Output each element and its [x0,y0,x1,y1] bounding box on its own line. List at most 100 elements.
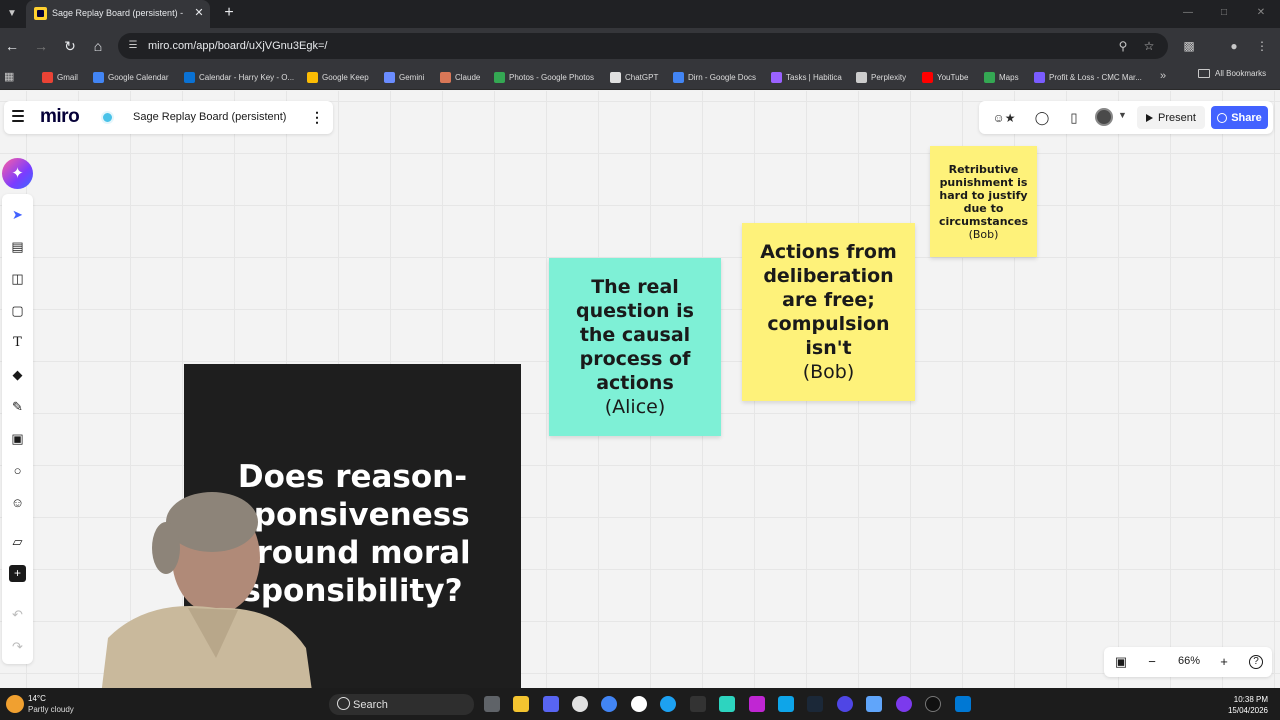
mail-icon[interactable] [955,696,971,712]
board-options-icon[interactable]: ⋮ [310,109,324,125]
bookmark-claude[interactable]: Claude [440,69,480,85]
task-view-icon[interactable] [484,696,500,712]
text-tool-icon[interactable]: T [9,334,26,351]
frame-layout-icon[interactable]: ◫ [9,270,26,287]
sticky-note-icon[interactable]: ▢ [9,302,26,319]
help-icon[interactable]: ? [1249,655,1263,669]
reload-button[interactable]: ↻ [61,37,79,55]
back-button[interactable]: ← [3,37,21,55]
chrome-icon[interactable] [601,696,617,712]
all-bookmarks-button[interactable]: All Bookmarks [1198,69,1266,78]
app-dot-icon[interactable] [631,696,647,712]
bookmark-perplexity[interactable]: Perplexity [856,69,906,85]
add-more-icon[interactable]: + [9,565,26,582]
weather-icon[interactable] [6,695,24,713]
frame-icon[interactable]: ▣ [9,430,26,447]
close-window-button[interactable]: ✕ [1254,6,1268,20]
tab-miro-board[interactable]: Sage Replay Board (persistent) - Miro ✕ [26,0,210,28]
select-tool-icon[interactable]: ➤ [9,206,26,223]
chevron-down-icon[interactable]: ▼ [1118,110,1128,120]
url-text[interactable]: miro.com/app/board/uXjVGnu3Egk=/ [148,40,327,52]
media-icon[interactable] [572,696,588,712]
app-violet-icon[interactable] [896,696,912,712]
browser-menu-icon[interactable]: ⋮ [1254,38,1270,54]
weather-widget[interactable]: 14°C Partly cloudy [28,694,74,714]
profile-icon[interactable]: ● [1226,38,1242,54]
shapes-icon[interactable]: ◆ [9,366,26,383]
cmc-icon [1034,71,1045,83]
sticky-note-bob-deliberation[interactable]: Actions from deliberation are free; comp… [742,223,915,401]
bookmark-gemini[interactable]: Gemini [384,69,424,85]
home-button[interactable]: ⌂ [89,37,107,55]
bookmark-chatgpt[interactable]: ChatGPT [610,69,658,85]
notepad-icon[interactable] [866,696,882,712]
address-bar[interactable]: ☰ miro.com/app/board/uXjVGnu3Egk=/ ⚲ ☆ [118,33,1168,59]
gmail-icon [42,71,53,83]
zoom-lens-icon[interactable]: ⚲ [1116,39,1130,53]
bookmark-google-docs[interactable]: Dirn - Google Docs [673,69,756,85]
weather-desc: Partly cloudy [28,705,74,714]
present-button[interactable]: Present [1137,106,1205,129]
redo-icon[interactable]: ↷ [9,638,26,655]
bookmark-profit-loss[interactable]: Profit & Loss - CMC Mar... [1034,69,1142,85]
discord-icon[interactable] [543,696,559,712]
bookmark-star-icon[interactable]: ☆ [1142,39,1156,53]
steam-icon[interactable] [807,696,823,712]
bookmark-outlook-calendar[interactable]: Calendar - Harry Key - O... [184,69,294,85]
sticky-note-bob-retributive[interactable]: Retributive punishment is hard to justif… [930,146,1037,257]
file-explorer-icon[interactable] [513,696,529,712]
apps-cube-icon[interactable]: ▱ [9,533,26,550]
globe-icon[interactable] [101,111,114,124]
main-menu-icon[interactable] [12,110,24,124]
pen-icon[interactable]: ✎ [9,398,26,415]
system-clock[interactable]: 10:38 PM 15/04/2026 [1228,694,1268,716]
new-tab-button[interactable]: + [220,4,238,22]
miro-logo[interactable]: miro [40,106,80,128]
undo-icon[interactable]: ↶ [9,606,26,623]
fit-to-screen-icon[interactable]: ▣ [1113,654,1129,670]
browser-app-icon[interactable] [660,696,676,712]
app-purple-icon[interactable] [749,696,765,712]
app-teal-icon[interactable] [719,696,735,712]
app-indigo-icon[interactable] [837,696,853,712]
sticky-line: punishment is [939,175,1028,189]
forward-button[interactable]: → [32,37,50,55]
bookmark-google-calendar[interactable]: Google Calendar [93,69,168,85]
emoji-icon[interactable]: ☺ [9,494,26,511]
sticky-line: question is [576,300,694,322]
templates-icon[interactable]: ▤ [9,238,26,255]
sticky-author: (Bob) [802,361,855,383]
bookmark-maps[interactable]: Maps [984,69,1019,85]
app-black-icon[interactable] [925,696,941,712]
photos-app-icon[interactable] [778,696,794,712]
avatar[interactable] [1095,108,1113,126]
gemini-icon [384,71,395,83]
share-button[interactable]: Share [1211,106,1268,129]
more-bookmarks-chevron-icon[interactable]: » [1160,70,1166,82]
zoom-in-icon[interactable]: + [1216,654,1232,670]
bookmark-gmail[interactable]: Gmail [42,69,78,85]
bookmark-google-photos[interactable]: Photos - Google Photos [494,69,594,85]
ai-assist-button[interactable]: ✦ [2,158,33,189]
zoom-out-icon[interactable]: − [1144,654,1160,670]
maximize-button[interactable]: □ [1217,6,1231,20]
reactions-icon[interactable]: ☺★ [987,109,1021,127]
terminal-icon[interactable] [690,696,706,712]
minimize-button[interactable]: — [1181,6,1195,20]
board-title[interactable]: Sage Replay Board (persistent) [133,111,286,123]
connection-icon[interactable]: ○ [9,462,26,479]
video-call-icon[interactable]: ▯ [1065,109,1083,127]
extensions-icon[interactable]: ▩ [1181,38,1197,54]
taskbar-search[interactable]: Search [329,694,474,715]
outlook-icon [184,71,195,83]
zoom-level[interactable]: 66% [1178,655,1200,667]
bookmark-google-keep[interactable]: Google Keep [307,69,369,85]
close-tab-icon[interactable]: ✕ [192,6,206,20]
comment-icon[interactable]: ◯ [1033,109,1051,127]
bookmark-youtube[interactable]: YouTube [922,69,968,85]
sticky-note-alice[interactable]: The real question is the causal process … [549,258,721,436]
site-info-icon[interactable]: ☰ [126,39,140,53]
bookmark-habitica[interactable]: Tasks | Habitica [771,69,842,85]
tab-search-chevron-icon[interactable]: ▼ [4,6,20,22]
apps-grid-icon[interactable]: ▦ [4,70,18,84]
